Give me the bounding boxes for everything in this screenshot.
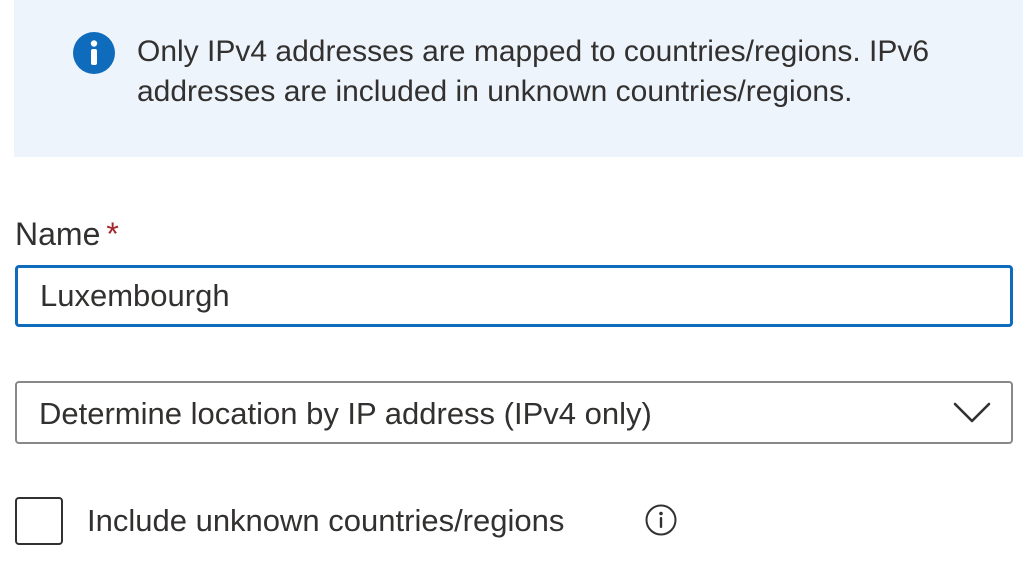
chevron-down-icon	[953, 402, 991, 423]
info-banner: Only IPv4 addresses are mapped to countr…	[14, 0, 1023, 157]
location-method-dropdown[interactable]: Determine location by IP address (IPv4 o…	[15, 381, 1013, 444]
include-unknown-label[interactable]: Include unknown countries/regions	[87, 501, 564, 541]
name-label-text: Name	[15, 216, 101, 252]
info-banner-text: Only IPv4 addresses are mapped to countr…	[137, 35, 930, 108]
name-input[interactable]	[15, 265, 1013, 327]
name-label: Name *	[15, 212, 119, 256]
info-icon	[73, 32, 115, 74]
required-marker: *	[106, 216, 119, 252]
dropdown-selected-value: Determine location by IP address (IPv4 o…	[39, 396, 652, 431]
info-circle-icon[interactable]	[645, 504, 677, 536]
include-unknown-checkbox[interactable]	[15, 497, 63, 545]
